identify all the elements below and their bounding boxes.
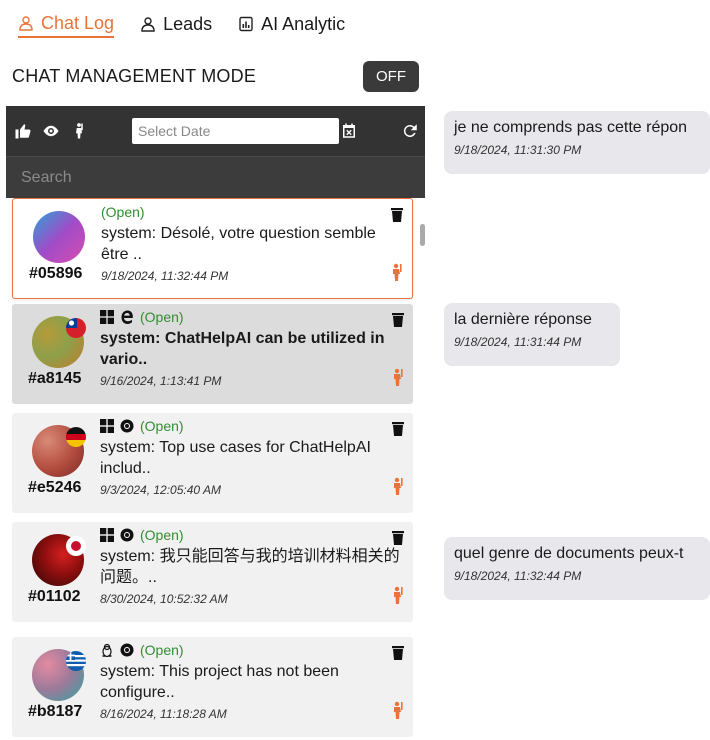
message-bubble: quel genre de documents peux-t 9/18/2024… (444, 537, 710, 600)
trash-icon[interactable] (390, 207, 404, 223)
chat-meta: (Open) (100, 642, 184, 658)
status-badge: (Open) (140, 527, 184, 543)
message-text: je ne comprends pas cette répon (454, 119, 688, 136)
chat-timestamp: 9/18/2024, 11:32:44 PM (101, 269, 229, 283)
chat-management-toggle[interactable]: OFF (363, 61, 419, 92)
mode-title: CHAT MANAGEMENT MODE (12, 66, 257, 86)
message-timestamp: 9/18/2024, 11:31:44 PM (454, 335, 582, 349)
germany-flag-icon (66, 427, 86, 447)
chat-preview: system: Désolé, votre question semble êt… (101, 225, 376, 263)
windows-icon (100, 528, 114, 542)
tab-label: AI Analytic (261, 13, 346, 34)
search-input[interactable] (6, 157, 425, 198)
chat-list-scrollbar[interactable] (420, 224, 425, 246)
tab-chat-log[interactable]: Chat Log (18, 12, 115, 38)
agent-icon[interactable] (391, 701, 405, 719)
chat-meta: (Open) (100, 527, 184, 543)
chat-preview: system: 我只能回答与我的培训材料相关的问题。.. (100, 548, 400, 586)
chat-item[interactable]: #a8145 (Open) system: ChatHelpAI can be … (12, 304, 413, 404)
chat-preview: system: This project has not been config… (100, 663, 339, 701)
chat-item[interactable]: #e5246 (Open) system: Top use cases for … (12, 413, 413, 513)
trash-icon[interactable] (391, 421, 405, 437)
windows-icon (100, 419, 114, 433)
agent-icon[interactable] (391, 368, 405, 386)
status-badge: (Open) (140, 642, 184, 658)
thumbs-up-icon[interactable] (12, 120, 34, 142)
tab-label: Leads (163, 13, 213, 34)
trash-icon[interactable] (391, 530, 405, 546)
avatar (33, 211, 85, 263)
clear-date-icon[interactable] (338, 120, 360, 142)
chat-meta: (Open) (100, 309, 184, 325)
greece-flag-icon (66, 651, 86, 671)
message-text: quel genre de documents peux-t (454, 545, 684, 562)
chat-toolbar (6, 106, 425, 156)
chrome-icon (120, 643, 134, 657)
agent-icon[interactable] (391, 477, 405, 495)
status-badge: (Open) (140, 309, 184, 325)
search-bar (6, 156, 425, 198)
chat-meta: (Open) (100, 418, 184, 434)
eye-icon[interactable] (40, 120, 62, 142)
chat-timestamp: 9/3/2024, 12:05:40 AM (100, 483, 221, 497)
linux-icon (102, 643, 112, 657)
taiwan-flag-icon (66, 318, 86, 338)
agent-icon[interactable] (391, 586, 405, 604)
chat-preview: system: Top use cases for ChatHelpAI inc… (100, 439, 371, 477)
agent-icon[interactable] (390, 263, 404, 281)
chat-item[interactable]: #01102 (Open) system: 我只能回答与我的培训材料相关的问题。… (12, 522, 413, 622)
chat-timestamp: 8/16/2024, 11:18:28 AM (100, 707, 227, 721)
chat-id: #05896 (29, 265, 83, 282)
japan-flag-icon (66, 536, 86, 556)
chat-preview: system: ChatHelpAI can be utilized in va… (100, 330, 385, 368)
chat-id: #b8187 (28, 703, 83, 720)
tab-ai-analytic[interactable]: AI Analytic (238, 14, 345, 37)
chrome-icon (120, 419, 134, 433)
tab-leads[interactable]: Leads (140, 14, 212, 37)
chat-timestamp: 9/16/2024, 1:13:41 PM (100, 374, 222, 388)
message-timestamp: 9/18/2024, 11:32:44 PM (454, 569, 582, 583)
user-icon (19, 16, 33, 31)
agent-icon[interactable] (68, 120, 90, 142)
message-text: la dernière réponse (454, 311, 592, 328)
chat-item[interactable]: #b8187 (Open) system: This project has n… (12, 637, 413, 737)
chat-id: #e5246 (28, 479, 82, 496)
chat-meta: (Open) (101, 204, 145, 220)
chat-timestamp: 8/30/2024, 10:52:32 AM (100, 592, 228, 606)
status-badge: (Open) (101, 204, 145, 220)
chat-item[interactable]: #05896 (Open) system: Désolé, votre ques… (12, 198, 413, 299)
message-bubble: je ne comprends pas cette répon 9/18/202… (444, 111, 710, 174)
chat-id: #a8145 (28, 370, 82, 387)
trash-icon[interactable] (391, 312, 405, 328)
message-timestamp: 9/18/2024, 11:31:30 PM (454, 143, 582, 157)
person-icon (141, 17, 155, 32)
refresh-icon[interactable] (399, 120, 421, 142)
trash-icon[interactable] (391, 645, 405, 661)
windows-icon (100, 310, 114, 324)
edge-icon (121, 310, 133, 324)
date-picker-input[interactable] (132, 118, 339, 144)
chat-id: #01102 (28, 588, 81, 605)
status-badge: (Open) (140, 418, 184, 434)
analytics-icon (239, 16, 253, 32)
message-bubble: la dernière réponse 9/18/2024, 11:31:44 … (444, 303, 620, 366)
top-tabs: Chat Log Leads AI Analytic (18, 10, 345, 40)
chrome-icon (120, 528, 134, 542)
tab-label: Chat Log (41, 12, 115, 33)
